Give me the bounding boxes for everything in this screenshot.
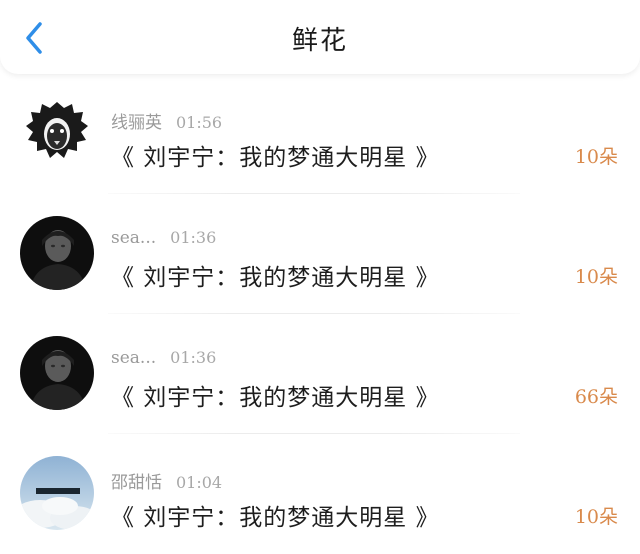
list-item[interactable]: 线骊英 01:56 《 刘宇宁：我的梦通大明星 》 10朵 [0, 74, 640, 194]
username[interactable]: 邵甜恬 [111, 473, 162, 493]
avatar[interactable] [20, 96, 94, 170]
list-item[interactable]: 邵甜恬 01:04 《 刘宇宁：我的梦通大明星 》 10朵 [0, 434, 640, 554]
flower-record-list: 线骊英 01:56 《 刘宇宁：我的梦通大明星 》 10朵 sea... 01:36… [0, 74, 640, 554]
lion-avatar-image [20, 96, 94, 170]
book-title[interactable]: 《 刘宇宁：我的梦通大明星 》 [111, 258, 440, 292]
username[interactable]: sea... [111, 348, 156, 368]
avatar[interactable] [20, 216, 94, 290]
book-title[interactable]: 《 刘宇宁：我的梦通大明星 》 [111, 138, 440, 172]
book-title[interactable]: 《 刘宇宁：我的梦通大明星 》 [111, 498, 440, 532]
flower-count: 10朵 [574, 146, 618, 168]
flower-count: 10朵 [574, 506, 618, 528]
top-bar: 鲜花 [0, 0, 640, 74]
book-title[interactable]: 《 刘宇宁：我的梦通大明星 》 [111, 378, 440, 412]
flower-count: 66朵 [574, 386, 618, 408]
flower-count: 10朵 [574, 266, 618, 288]
sky-avatar-image [20, 456, 94, 530]
timestamp: 01:36 [170, 348, 217, 367]
avatar[interactable] [20, 336, 94, 410]
record-meta: 邵甜恬 01:04 [111, 468, 222, 493]
page-title: 鲜花 [291, 26, 348, 56]
portrait-avatar-image [20, 216, 94, 290]
username[interactable]: sea... [111, 228, 156, 248]
list-item[interactable]: sea... 01:36 《 刘宇宁：我的梦通大明星 》 10朵 [0, 194, 640, 314]
record-meta: 线骊英 01:56 [111, 108, 222, 133]
portrait-avatar-image [20, 336, 94, 410]
timestamp: 01:56 [176, 113, 223, 132]
record-meta: sea... 01:36 [111, 228, 216, 248]
record-meta: sea... 01:36 [111, 348, 216, 368]
list-item[interactable]: sea... 01:36 《 刘宇宁：我的梦通大明星 》 66朵 [0, 314, 640, 434]
timestamp: 01:04 [176, 473, 223, 492]
timestamp: 01:36 [170, 228, 217, 247]
avatar[interactable] [20, 456, 94, 530]
username[interactable]: 线骊英 [111, 113, 162, 133]
